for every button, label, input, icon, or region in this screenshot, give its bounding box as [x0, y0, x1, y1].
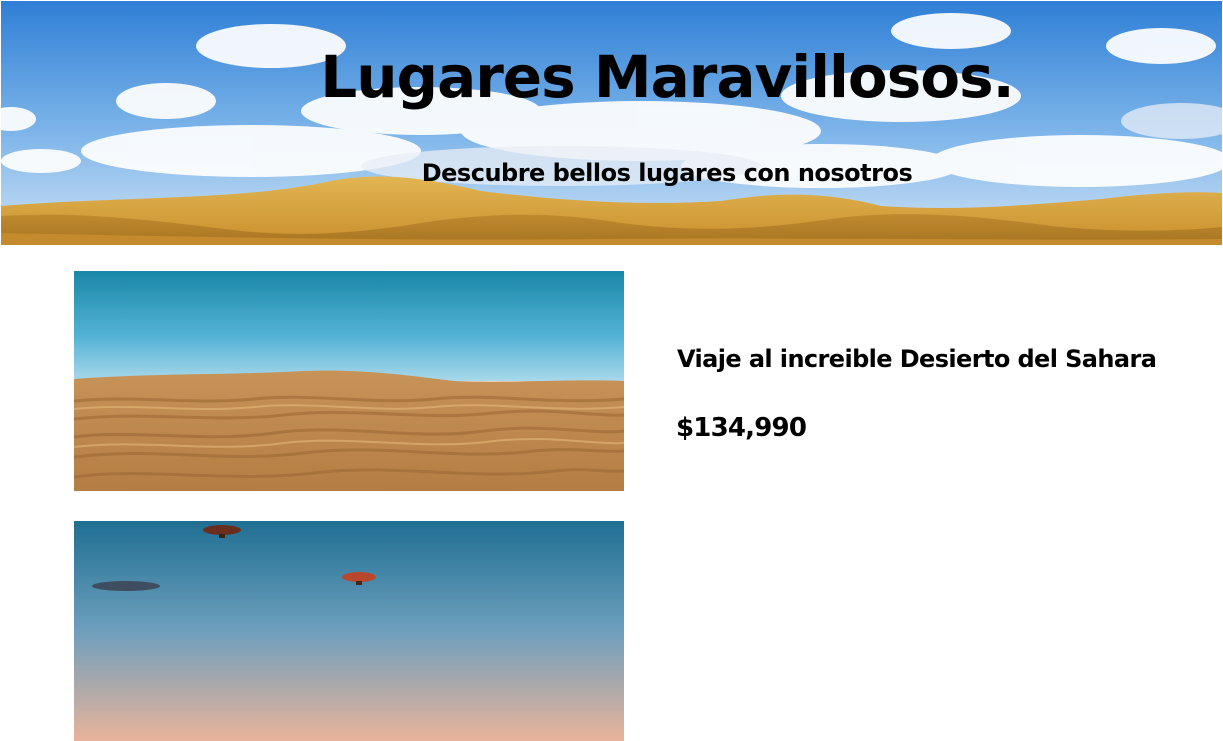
card-price: $134,990: [676, 413, 807, 443]
hero-desert-image: [1, 1, 1222, 245]
balloon-icon: [92, 581, 160, 591]
trip-card[interactable]: [74, 521, 1223, 741]
balloons-image[interactable]: [74, 521, 624, 741]
hero-title: Lugares Maravillosos.: [320, 43, 1014, 111]
hero-banner: Lugares Maravillosos. Descubre bellos lu…: [1, 1, 1222, 245]
hero-subtitle: Descubre bellos lugares con nosotros: [421, 159, 913, 187]
trip-card[interactable]: Viaje al increible Desierto del Sahara $…: [74, 271, 1223, 491]
sahara-image[interactable]: [74, 271, 624, 491]
card-title[interactable]: Viaje al increible Desierto del Sahara: [677, 343, 1157, 375]
